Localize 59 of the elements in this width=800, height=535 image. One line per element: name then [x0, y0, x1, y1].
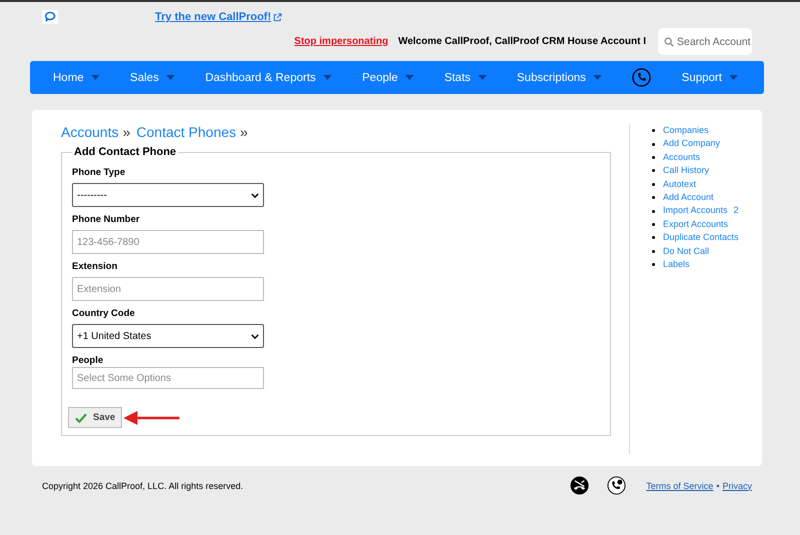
checkmark-icon — [75, 412, 87, 422]
caret-icon — [728, 75, 738, 80]
sidebar-link[interactable]: Import Accounts — [663, 204, 728, 218]
breadcrumb-link[interactable]: Accounts — [61, 124, 119, 140]
field-label: People — [72, 355, 104, 366]
copyright-text: Copyright 2026 CallProof, LLC. All rights reserved. — [42, 480, 244, 490]
phone-cross-icon[interactable] — [570, 476, 590, 495]
breadcrumb-separator: » — [122, 124, 130, 140]
breadcrumb-separator: » — [240, 124, 248, 140]
sidebar-link[interactable]: Accounts — [663, 150, 700, 164]
field-label: Country Code — [72, 308, 136, 319]
nav-menu-item[interactable]: Dashboard & Reports — [205, 72, 332, 84]
nav-menu-item[interactable]: Stats — [444, 72, 487, 84]
caret-icon — [90, 75, 100, 80]
field-label: Extension — [72, 261, 118, 272]
nav-menu-item[interactable]: People — [362, 72, 414, 84]
input-field[interactable]: 123-456-7890 — [72, 230, 264, 254]
sidebar-link[interactable]: Companies — [663, 124, 709, 138]
phone-icon[interactable] — [607, 476, 626, 495]
sidebar-link[interactable]: Autotext — [663, 178, 696, 192]
promo-link[interactable]: Try the new CallProof! — [155, 11, 282, 23]
caret-icon — [592, 75, 602, 80]
count-text: 2 — [734, 204, 739, 218]
select-field[interactable]: --------- — [72, 183, 264, 207]
breadcrumb-link[interactable]: Contact Phones — [136, 124, 236, 140]
arrow-icon — [123, 410, 180, 424]
input-field[interactable]: Extension — [72, 277, 264, 301]
chevron-icon — [251, 334, 259, 338]
nav-menu-item[interactable]: Home — [53, 72, 100, 84]
external-link-icon — [273, 12, 282, 22]
save-button[interactable]: Save — [68, 407, 122, 428]
search-icon — [664, 36, 674, 46]
sidebar-link[interactable]: Do Not Call — [663, 244, 710, 258]
field-label: Phone Number — [72, 214, 141, 225]
nav-menu-item[interactable]: Support — [682, 72, 738, 84]
chevron-icon — [251, 192, 259, 198]
logo-icon[interactable] — [42, 10, 58, 24]
sidebar-link[interactable]: Add Account — [663, 191, 714, 204]
sidebar-link[interactable]: Call History — [663, 164, 710, 178]
terms-link[interactable]: Terms of Service — [646, 480, 714, 490]
search-field[interactable]: Search Account — [658, 28, 752, 55]
caret-icon — [404, 75, 414, 80]
privacy-link[interactable]: Privacy — [722, 480, 752, 490]
welcome-text: Welcome CallProof, CallProof CRM House Account I — [398, 36, 646, 47]
nav-menu-item[interactable]: Sales — [130, 72, 175, 84]
nav-menu-item[interactable]: Subscriptions — [516, 72, 602, 84]
stop-impersonating-link[interactable]: Stop impersonating — [294, 36, 388, 47]
form-legend: Add Contact Phone — [72, 146, 178, 158]
field-label: Phone Type — [72, 167, 126, 178]
sidebar-link[interactable]: Add Company — [663, 137, 720, 151]
sidebar-link[interactable]: Export Accounts — [663, 218, 728, 232]
separator-dot: • — [716, 480, 720, 490]
select-field[interactable]: +1 United States — [72, 324, 264, 348]
caret-icon — [322, 75, 332, 80]
sidebar-link[interactable]: Labels — [663, 258, 690, 272]
multi-select-field[interactable]: Select Some Options — [72, 367, 264, 389]
sidebar-link[interactable]: Duplicate Contacts — [663, 231, 739, 245]
caret-icon — [166, 75, 175, 80]
caret-icon — [478, 75, 487, 80]
